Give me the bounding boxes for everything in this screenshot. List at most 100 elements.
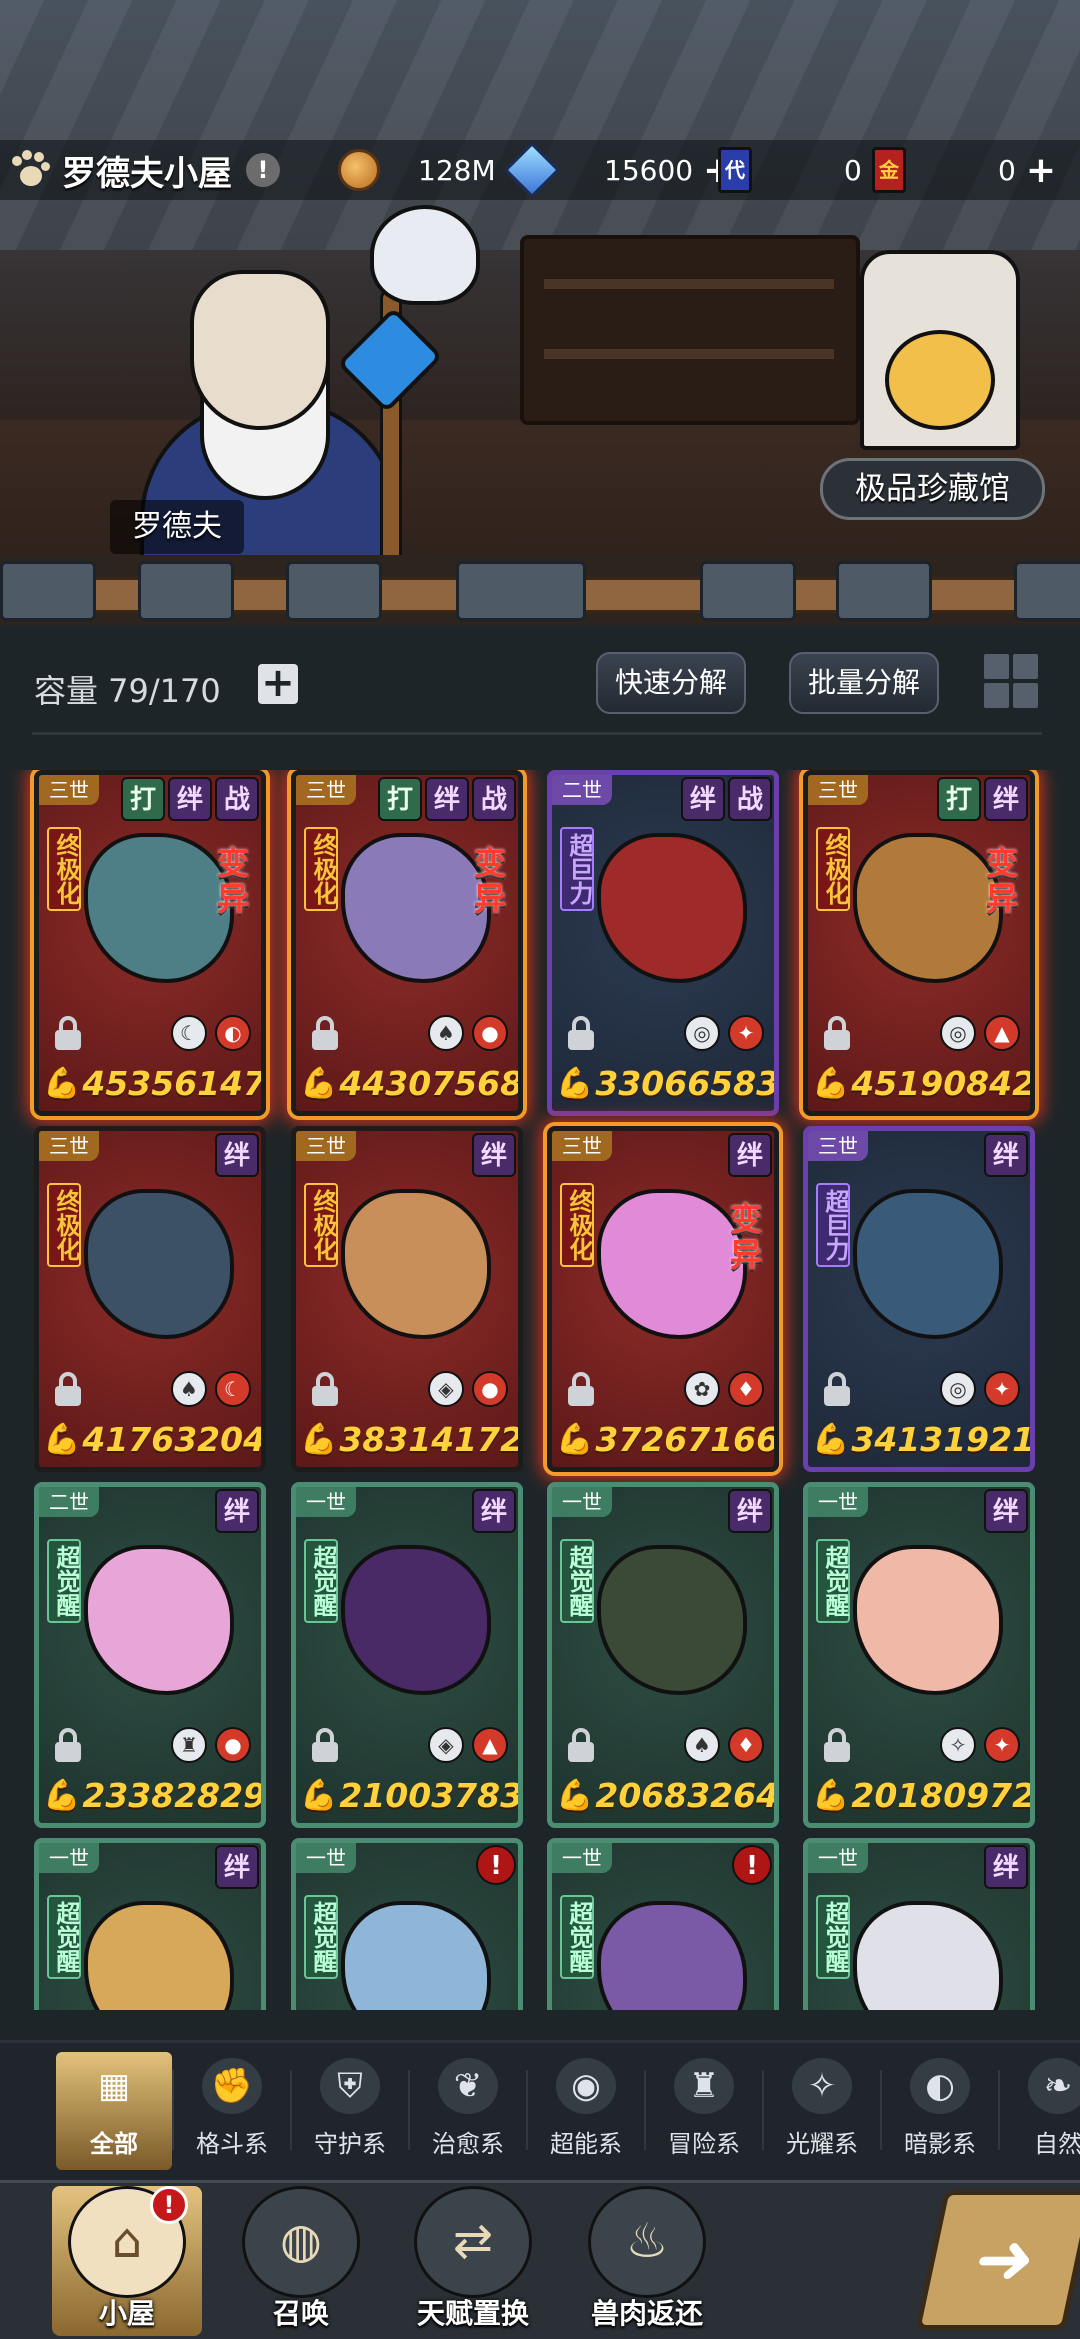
crystal-value: 15600: [604, 153, 694, 187]
category-tab-nature[interactable]: ❧ 自然: [1000, 2052, 1080, 2170]
combat-power: 💪 20180972: [812, 1771, 1030, 1819]
evolution-tag: 超觉醒: [816, 1895, 850, 1979]
pet-card[interactable]: 一世 绊超觉醒 ♠ ♦ 💪 20683264: [547, 1482, 779, 1828]
lock-icon[interactable]: [53, 1016, 83, 1050]
card-badges: 绊: [728, 1489, 772, 1533]
lock-icon[interactable]: [53, 1728, 83, 1762]
element-type-icon: ✿: [684, 1371, 720, 1407]
expand-capacity-button[interactable]: +: [258, 663, 298, 704]
museum-button[interactable]: 极品珍藏馆: [820, 458, 1045, 520]
card-status-icons: ◈ ●: [310, 1369, 508, 1409]
bookshelf: [520, 235, 860, 425]
lock-icon[interactable]: [822, 1016, 852, 1050]
pet-card[interactable]: 一世 绊超觉醒 ◈ ▲ 💪 21003783: [291, 1482, 523, 1828]
jin-ticket-counter: 金 0 +: [872, 146, 1056, 194]
paw-icon: [10, 150, 50, 190]
category-tab-fighting[interactable]: ✊ 格斗系: [174, 2052, 290, 2170]
card-status-icons: ♠ ☾: [53, 1369, 251, 1409]
house-notification-badge: !: [150, 2186, 188, 2224]
nav-talent-swap[interactable]: ⇄ 天赋置换: [398, 2186, 548, 2336]
mutation-label: 变异: [216, 844, 249, 918]
pet-card[interactable]: 一世 绊超觉醒: [803, 1838, 1035, 2010]
lock-icon[interactable]: [310, 1372, 340, 1406]
alert-badge: !: [476, 1845, 516, 1885]
lock-icon[interactable]: [310, 1728, 340, 1762]
category-tab-healing[interactable]: ❦ 治愈系: [410, 2052, 526, 2170]
category-tab-psychic[interactable]: ◉ 超能系: [528, 2052, 644, 2170]
pet-card[interactable]: 三世 绊终极化 ◈ ● 💪 38314172: [291, 1126, 523, 1472]
card-badges: 绊: [984, 1133, 1028, 1177]
creature-portrait: [597, 833, 747, 983]
card-status-icons: ♠ ♦: [566, 1725, 764, 1765]
nav-meat-return[interactable]: ♨ 兽肉返还: [572, 2186, 722, 2336]
pet-card[interactable]: 一世! 超觉醒: [547, 1838, 779, 2010]
element-type-icon: ●: [472, 1371, 508, 1407]
card-badges: !: [732, 1845, 772, 1885]
strength-icon: 💪: [812, 1777, 850, 1813]
pet-card[interactable]: 一世! 超觉醒: [291, 1838, 523, 2010]
card-badges: 绊: [472, 1133, 516, 1177]
card-status-icons: ☾ ◐: [53, 1013, 251, 1053]
evolution-tag: 超觉醒: [47, 1539, 81, 1623]
card-badges: 绊: [215, 1133, 259, 1177]
category-tab-adventure[interactable]: ♜ 冒险系: [646, 2052, 762, 2170]
trait-badge: 战: [215, 777, 259, 821]
evolution-tag: 超觉醒: [560, 1539, 594, 1623]
quick-decompose-button[interactable]: 快速分解: [596, 652, 746, 714]
generation-label: 一世: [39, 1843, 99, 1873]
combat-power: 💪 44307568: [300, 1059, 518, 1107]
generation-label: 三世: [808, 775, 868, 805]
golden-statue[interactable]: [885, 330, 995, 430]
evolution-tag: 超觉醒: [560, 1895, 594, 1979]
lock-icon[interactable]: [822, 1728, 852, 1762]
pet-card[interactable]: 三世 打绊终极化 变异 ◎ ▲ 💪 45190842: [803, 770, 1035, 1116]
card-badges: 绊: [215, 1489, 259, 1533]
category-tab-light[interactable]: ✧ 光耀系: [764, 2052, 880, 2170]
category-label: 治愈系: [432, 2130, 504, 2158]
pet-card[interactable]: 三世打绊战终极化 变异 ☾ ◐ 💪 45356147: [34, 770, 266, 1116]
trait-badge: 绊: [168, 777, 212, 821]
trait-badge: 绊: [984, 1133, 1028, 1177]
category-tab-all[interactable]: ▦ 全部: [56, 2052, 172, 2170]
pet-card[interactable]: 三世 绊超巨力 ◎ ✦ 💪 34131921: [803, 1126, 1035, 1472]
dai-ticket-counter: 代 0: [718, 146, 862, 194]
evolution-tag: 超觉醒: [304, 1539, 338, 1623]
pet-card[interactable]: 三世 绊终极化 ♠ ☾ 💪 41763204: [34, 1126, 266, 1472]
batch-decompose-button[interactable]: 批量分解: [789, 652, 939, 714]
lock-icon[interactable]: [566, 1016, 596, 1050]
pet-card[interactable]: 三世 绊终极化 变异 ✿ ♦ 💪 37267166: [547, 1126, 779, 1472]
pet-card[interactable]: 二世 绊战超巨力 ◎ ✦ 💪 33066583: [547, 770, 779, 1116]
category-tab-shadow[interactable]: ◐ 暗影系: [882, 2052, 998, 2170]
nav-label: 兽肉返还: [590, 2297, 703, 2330]
lock-icon[interactable]: [310, 1016, 340, 1050]
divider: [32, 732, 1042, 735]
category-tab-guardian[interactable]: ⛨ 守护系: [292, 2052, 408, 2170]
element-type-icon: ◈: [428, 1727, 464, 1763]
lock-icon[interactable]: [822, 1372, 852, 1406]
nav-summon[interactable]: ◍ 召唤: [226, 2186, 376, 2336]
pet-card[interactable]: 一世 绊超觉醒: [34, 1838, 266, 2010]
adventure-icon: ♜: [674, 2058, 734, 2114]
card-badges: 打绊: [937, 777, 1028, 821]
element-type-icon: ☾: [171, 1015, 207, 1051]
evolution-tag: 终极化: [47, 827, 81, 911]
pet-card[interactable]: 一世 绊超觉醒 ✧ ✦ 💪 20180972: [803, 1482, 1035, 1828]
lock-icon[interactable]: [566, 1728, 596, 1762]
pet-card[interactable]: 三世打绊战终极化 变异 ♠ ● 💪 44307568: [291, 770, 523, 1116]
card-badges: 绊: [215, 1845, 259, 1889]
back-arrow-button[interactable]: ➜: [915, 2190, 1080, 2330]
add-tickets-button[interactable]: +: [1026, 150, 1056, 191]
grid-view-icon[interactable]: [982, 652, 1040, 710]
combat-power: 💪 45190842: [812, 1059, 1030, 1107]
info-alert-icon[interactable]: !: [246, 153, 280, 187]
combat-power: 💪 21003783: [300, 1771, 518, 1819]
lock-icon[interactable]: [53, 1372, 83, 1406]
card-status-icons: ◎ ✦: [822, 1369, 1020, 1409]
pet-card[interactable]: 二世 绊超觉醒 ♜ ● 💪 23382829: [34, 1482, 266, 1828]
category-separator: [644, 2070, 646, 2150]
combat-power-value: 45356147: [82, 1063, 266, 1103]
lock-icon[interactable]: [566, 1372, 596, 1406]
evolution-tag: 超巨力: [560, 827, 594, 911]
combat-power: 💪 37267166: [556, 1415, 774, 1463]
category-label: 守护系: [314, 2130, 386, 2158]
